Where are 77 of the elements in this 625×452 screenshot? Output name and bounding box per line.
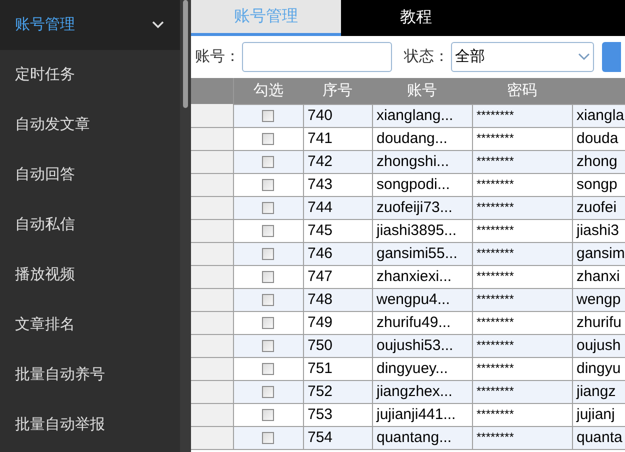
table-cell: 753: [303, 403, 372, 426]
checkbox[interactable]: [262, 132, 274, 145]
table-cell: ********: [472, 242, 572, 265]
sidebar-item[interactable]: 批量自动养号: [0, 350, 180, 400]
table-cell: ********: [472, 357, 572, 380]
table-cell: songpodi...: [372, 173, 472, 196]
sidebar-item[interactable]: 自动发文章: [0, 100, 180, 150]
table-cell: ********: [472, 127, 572, 150]
table-cell: ********: [472, 219, 572, 242]
table-cell: ********: [472, 334, 572, 357]
chevron-down-icon: [578, 53, 590, 61]
checkbox[interactable]: [262, 178, 274, 191]
scrollbar[interactable]: [180, 0, 191, 452]
table-cell: 747: [303, 265, 372, 288]
checkbox[interactable]: [262, 432, 274, 444]
table-cell: 751: [303, 357, 372, 380]
table-cell: ********: [472, 173, 572, 196]
sidebar-item[interactable]: 批量自动举报: [0, 400, 180, 450]
table-cell: ********: [472, 104, 572, 127]
table-cell: 744: [303, 196, 372, 219]
checkbox[interactable]: [262, 202, 274, 214]
account-input[interactable]: [242, 42, 392, 72]
checkbox[interactable]: [262, 362, 274, 375]
table-cell: jujianji441...: [372, 403, 472, 426]
table-cell: zuofeiji73...: [372, 196, 472, 219]
table-cell: 746: [303, 242, 372, 265]
checkbox[interactable]: [262, 316, 274, 329]
table-cell: wengpu4...: [372, 288, 472, 311]
table-cell: 750: [303, 334, 372, 357]
table-cell: ********: [472, 403, 572, 426]
sidebar-item[interactable]: 定时任务: [0, 50, 180, 100]
table-cell: 745: [303, 219, 372, 242]
table-cell: quantang...: [372, 426, 472, 449]
checkbox[interactable]: [262, 156, 274, 168]
search-button[interactable]: [602, 42, 621, 72]
table-cell: ********: [472, 311, 572, 334]
table-cell: xianglang...: [372, 104, 472, 127]
checkbox[interactable]: [262, 386, 274, 398]
table-cell: jiashi3895...: [372, 219, 472, 242]
table-cell: gansimi55...: [372, 242, 472, 265]
sidebar-item[interactable]: 播放视频: [0, 250, 180, 300]
table-cell: ********: [472, 288, 572, 311]
checkbox[interactable]: [262, 340, 274, 352]
table-cell: 752: [303, 380, 372, 403]
checkbox[interactable]: [262, 294, 274, 306]
table-cell: 743: [303, 173, 372, 196]
table-cell: ********: [472, 426, 572, 449]
checkbox[interactable]: [262, 248, 274, 260]
checkbox[interactable]: [262, 224, 274, 237]
checkbox[interactable]: [262, 408, 274, 421]
table-cell: 741: [303, 127, 372, 150]
checkbox[interactable]: [262, 270, 274, 283]
table-cell: ********: [472, 265, 572, 288]
table-cell: 740: [303, 104, 372, 127]
table-cell: 749: [303, 311, 372, 334]
table-cell: zhanxiexi...: [372, 265, 472, 288]
sidebar-item[interactable]: 账号管理: [0, 0, 180, 50]
checkbox[interactable]: [262, 110, 274, 122]
status-label: 状态：: [404, 46, 449, 67]
table-cell: doudang...: [372, 127, 472, 150]
table-cell: 748: [303, 288, 372, 311]
sidebar-item[interactable]: 自动回答: [0, 150, 180, 200]
table-cell: 754: [303, 426, 372, 449]
table-cell: zhurifu49...: [372, 311, 472, 334]
table-cell: ********: [472, 150, 572, 173]
table-cell: ********: [472, 196, 572, 219]
table-cell: dingyuey...: [372, 357, 472, 380]
table-cell: ********: [472, 380, 572, 403]
table-cell: 742: [303, 150, 372, 173]
table-cell: zhongshi...: [372, 150, 472, 173]
status-select[interactable]: 全部: [451, 42, 594, 72]
table-cell: jiangzhex...: [372, 380, 472, 403]
sidebar-item[interactable]: 文章排名: [0, 300, 180, 350]
account-label: 账号：: [195, 46, 240, 67]
table-cell: xiangla: [572, 104, 625, 127]
table-cell: oujushi53...: [372, 334, 472, 357]
sidebar-item[interactable]: 自动私信: [0, 200, 180, 250]
